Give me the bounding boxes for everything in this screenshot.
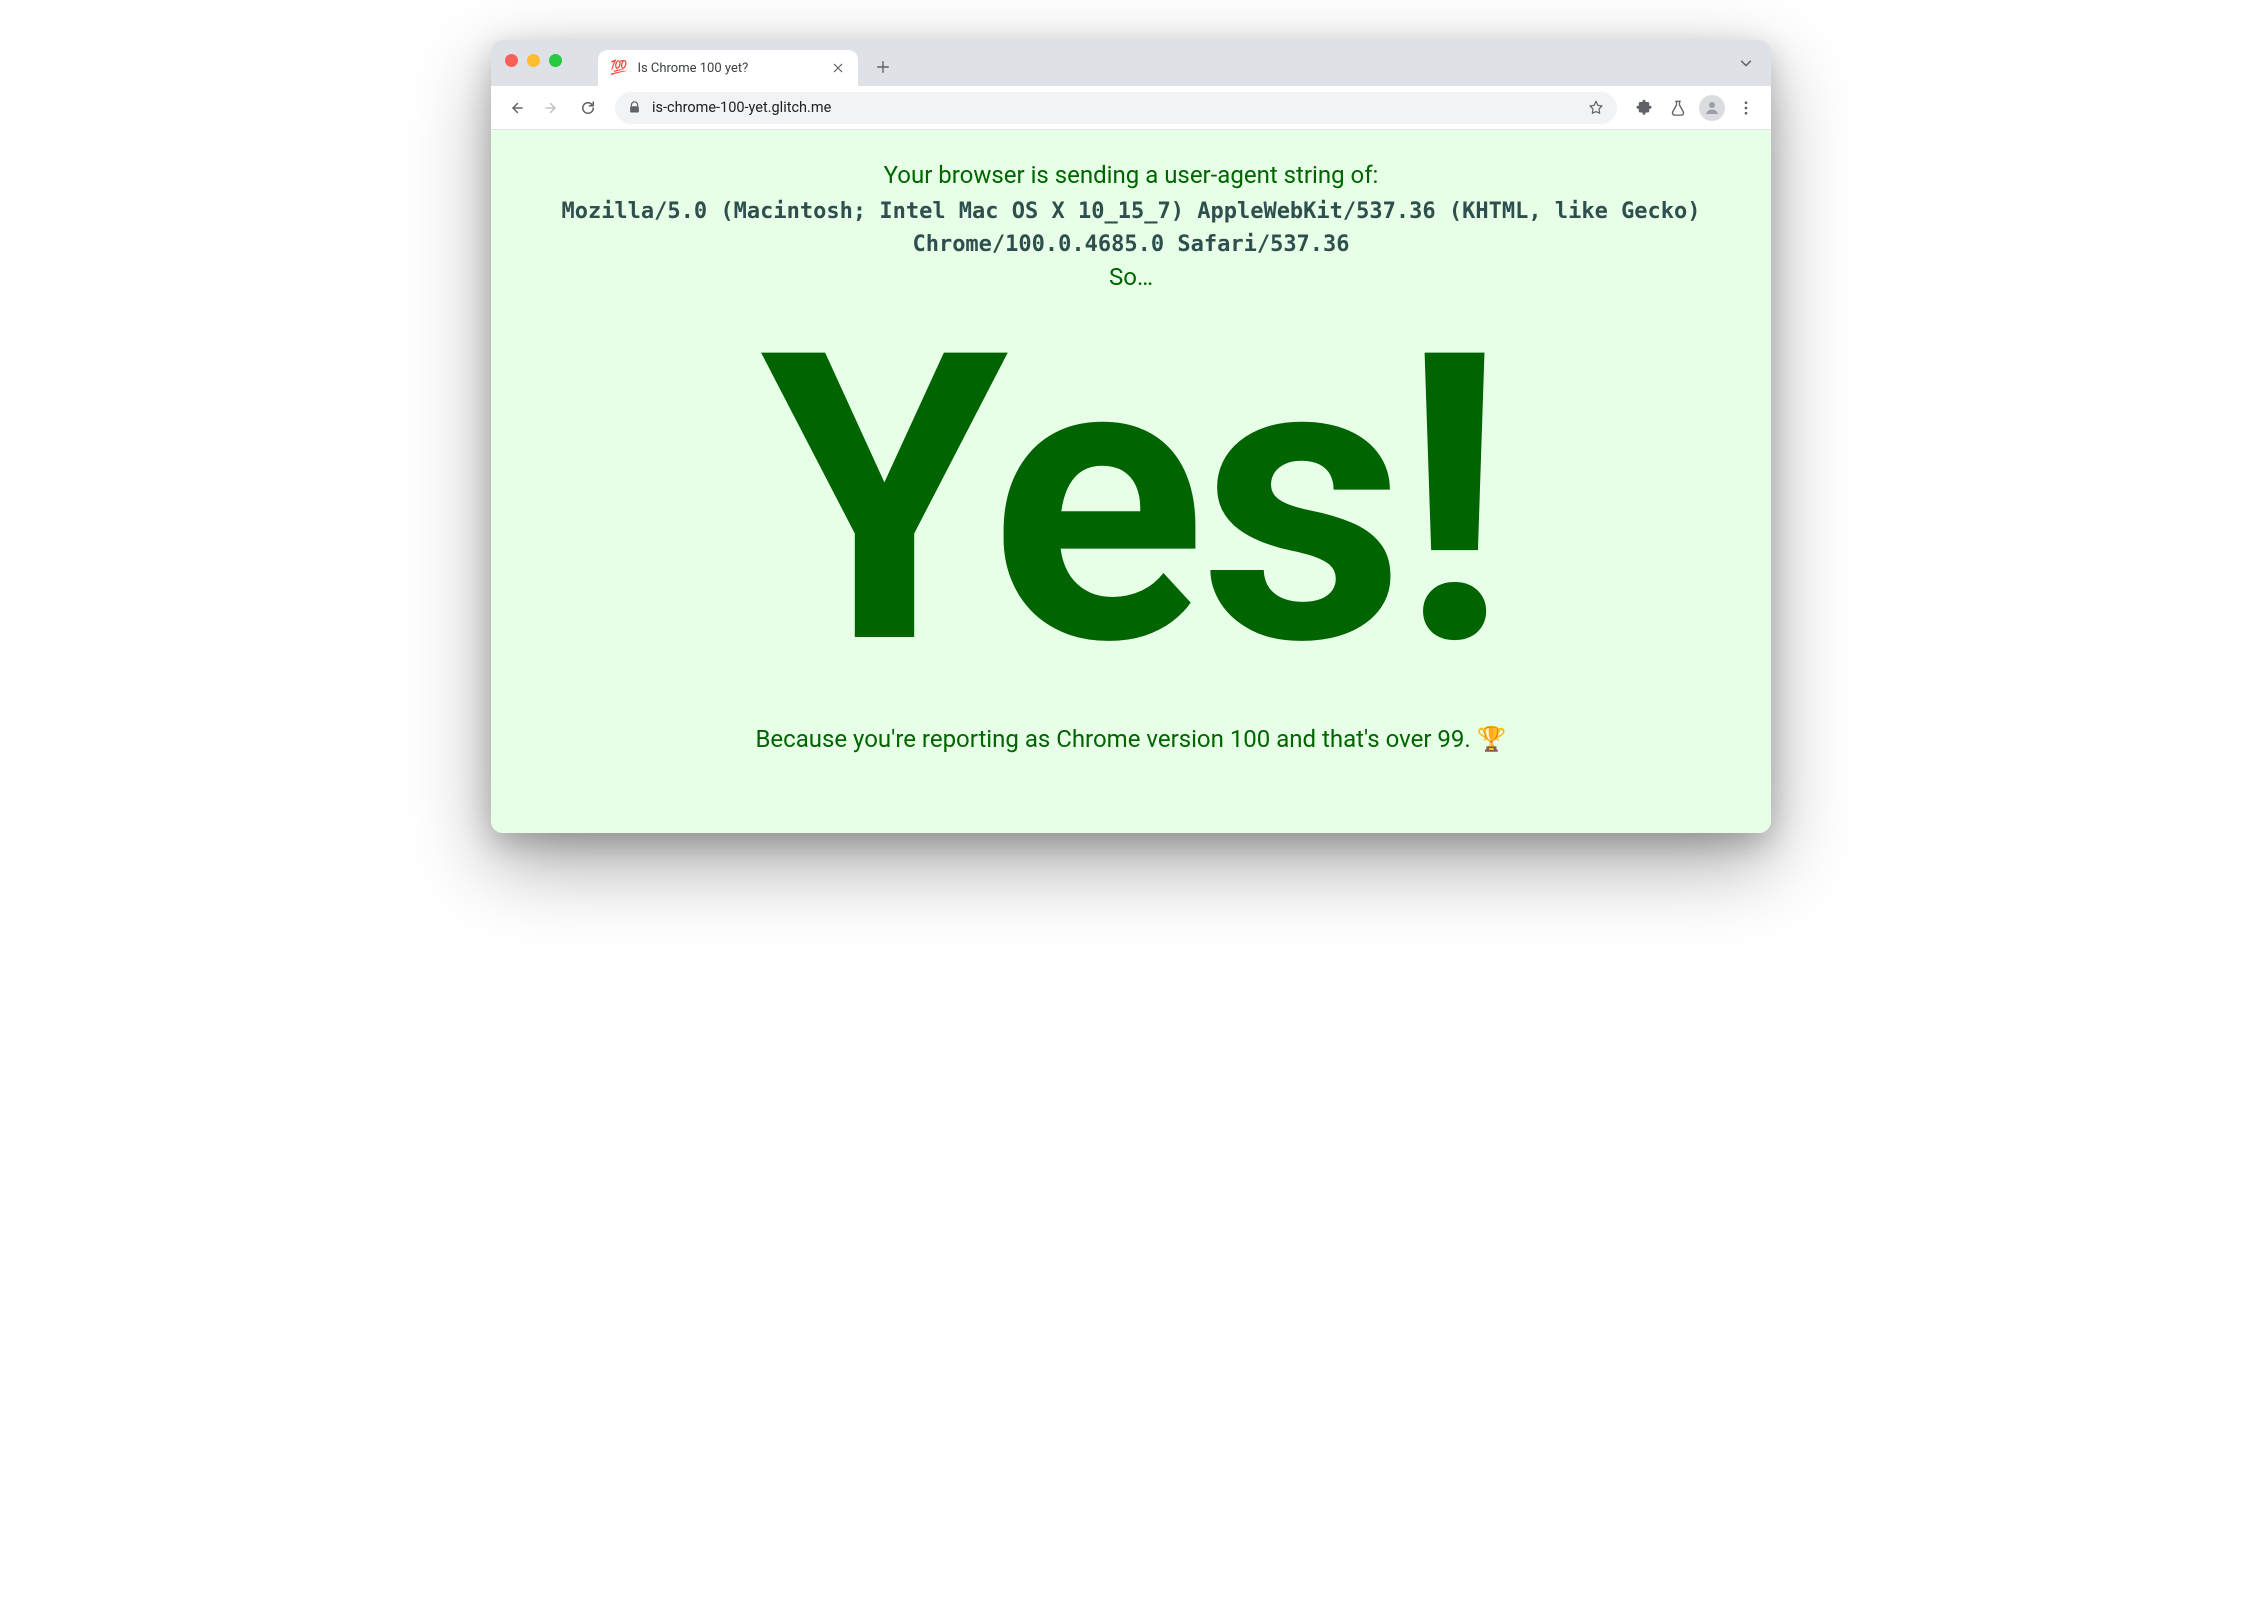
window-minimize-button[interactable]	[527, 54, 540, 67]
kebab-icon	[1737, 99, 1755, 117]
plus-icon	[876, 60, 890, 74]
hundred-icon: 💯	[610, 61, 627, 75]
lock-icon	[627, 100, 642, 115]
intro-text: Your browser is sending a user-agent str…	[531, 158, 1731, 193]
flask-icon	[1669, 99, 1687, 117]
toolbar: is-chrome-100-yet.glitch.me	[491, 86, 1771, 130]
labs-button[interactable]	[1663, 93, 1693, 123]
forward-button[interactable]	[537, 93, 567, 123]
arrow-right-icon	[543, 99, 561, 117]
star-icon	[1587, 99, 1605, 117]
url-text: is-chrome-100-yet.glitch.me	[652, 99, 1577, 116]
extensions-button[interactable]	[1629, 93, 1659, 123]
browser-window: 💯 Is Chrome 100 yet?	[491, 40, 1771, 833]
tab-strip: 💯 Is Chrome 100 yet?	[598, 40, 898, 86]
reload-icon	[579, 99, 597, 117]
close-icon	[832, 62, 844, 74]
window-close-button[interactable]	[505, 54, 518, 67]
answer-text: Yes!	[531, 301, 1731, 701]
address-bar[interactable]: is-chrome-100-yet.glitch.me	[615, 92, 1617, 124]
tab-search-button[interactable]	[1737, 54, 1755, 72]
bookmark-button[interactable]	[1587, 99, 1605, 117]
person-icon	[1703, 99, 1721, 117]
back-button[interactable]	[501, 93, 531, 123]
avatar	[1699, 95, 1725, 121]
reload-button[interactable]	[573, 93, 603, 123]
menu-button[interactable]	[1731, 93, 1761, 123]
titlebar: 💯 Is Chrome 100 yet?	[491, 40, 1771, 86]
profile-button[interactable]	[1697, 93, 1727, 123]
tab-title: Is Chrome 100 yet?	[637, 61, 820, 76]
arrow-left-icon	[507, 99, 525, 117]
puzzle-icon	[1635, 99, 1653, 117]
window-maximize-button[interactable]	[549, 54, 562, 67]
traffic-lights	[505, 54, 562, 67]
browser-tab-active[interactable]: 💯 Is Chrome 100 yet?	[598, 50, 858, 86]
new-tab-button[interactable]	[868, 52, 898, 82]
page-content: Your browser is sending a user-agent str…	[491, 130, 1771, 833]
toolbar-actions	[1629, 93, 1761, 123]
because-text: Because you're reporting as Chrome versi…	[531, 725, 1731, 753]
chevron-down-icon	[1739, 56, 1753, 70]
user-agent-string: Mozilla/5.0 (Macintosh; Intel Mac OS X 1…	[531, 195, 1731, 261]
tab-close-button[interactable]	[830, 60, 846, 76]
